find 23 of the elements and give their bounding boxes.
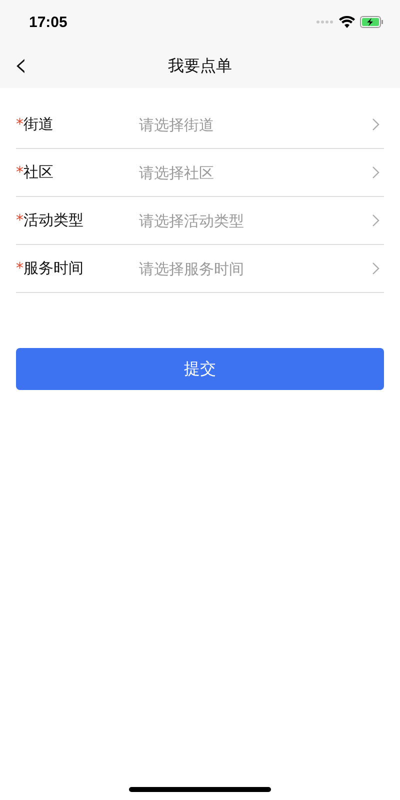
form-row[interactable]: *活动类型 请选择活动类型 xyxy=(16,197,384,245)
form-row[interactable]: *街道 请选择街道 xyxy=(16,101,384,149)
back-button[interactable]: ‹ xyxy=(10,50,32,80)
chevron-right-icon xyxy=(372,262,380,275)
select-field[interactable]: 请选择活动类型 xyxy=(139,212,372,230)
field-label: *活动类型 xyxy=(16,211,84,230)
form-row[interactable]: *社区 请选择社区 xyxy=(16,149,384,197)
field-label: *服务时间 xyxy=(16,259,84,278)
field-label: *街道 xyxy=(16,115,54,134)
chevron-right-icon xyxy=(372,214,380,227)
submit-button[interactable]: 提交 xyxy=(16,348,384,390)
select-field[interactable]: 请选择服务时间 xyxy=(139,260,372,278)
page-title: 我要点单 xyxy=(168,56,232,76)
field-label: *社区 xyxy=(16,163,54,182)
wifi-icon xyxy=(339,16,355,28)
chevron-right-icon xyxy=(372,166,380,179)
form-row[interactable]: *服务时间 请选择服务时间 xyxy=(16,245,384,293)
signal-icon xyxy=(316,20,334,24)
select-field[interactable]: 请选择街道 xyxy=(139,116,372,134)
select-field[interactable]: 请选择社区 xyxy=(139,164,372,182)
battery-icon xyxy=(360,16,384,28)
status-time: 17:05 xyxy=(29,14,68,30)
chevron-right-icon xyxy=(372,118,380,131)
